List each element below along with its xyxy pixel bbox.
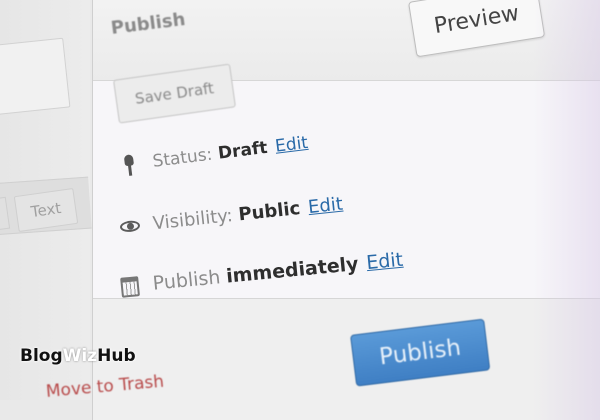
schedule-edit-link[interactable]: Edit [365,249,404,274]
status-value: Draft [216,137,269,164]
watermark-logo: BlogWizHub [20,346,136,366]
watermark-part-3: Hub [97,346,136,366]
title-input[interactable] [0,37,71,117]
status-label: Status: [151,144,214,172]
status-row: Status: Draft Edit [118,131,310,178]
calendar-icon [118,273,142,299]
watermark-part-1: Blog [20,346,63,366]
visibility-value: Public [237,197,302,225]
publish-actions-bar [93,298,600,420]
schedule-row: Publish immediately Edit [118,248,404,299]
schedule-label: Publish [151,266,222,295]
publish-box: Publish Preview Save Draft Status: Draft… [92,0,600,420]
eye-icon [118,213,142,239]
publish-box-title: Publish [109,8,187,39]
watermark-part-2: Wiz [62,346,98,366]
visibility-row: Visibility: Public Edit [118,192,344,239]
visibility-label: Visibility: [151,204,234,234]
schedule-value: immediately [225,252,360,288]
pin-icon [118,151,143,178]
editor-left-area: Text [0,0,92,400]
status-edit-link[interactable]: Edit [274,133,309,157]
visibility-edit-link[interactable]: Edit [307,193,344,218]
